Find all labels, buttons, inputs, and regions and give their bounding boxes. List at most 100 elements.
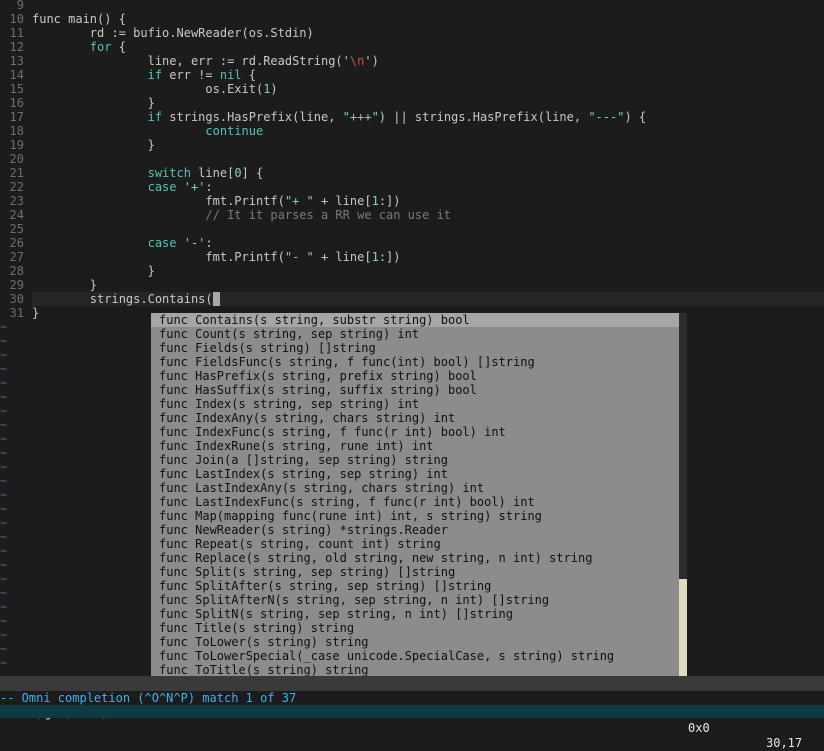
completion-item[interactable]: func LastIndexAny(s string, chars string…: [151, 481, 679, 495]
code-line[interactable]: 23 fmt.Printf("+ " + line[1:]): [0, 194, 824, 208]
completion-item[interactable]: func HasPrefix(s string, prefix string) …: [151, 369, 679, 383]
code-token: case: [147, 236, 177, 250]
code-line[interactable]: 9: [0, 0, 824, 12]
completion-item[interactable]: func HasSuffix(s string, suffix string) …: [151, 383, 679, 397]
code-token: }: [32, 96, 155, 110]
completion-item[interactable]: func Contains(s string, substr string) b…: [151, 313, 679, 327]
completion-item[interactable]: func ToLower(s string) string: [151, 635, 679, 649]
completion-item-label: func NewReader(s string) *strings.Reader: [159, 523, 448, 537]
completion-item-label: func ToLower(s string) string: [159, 635, 369, 649]
code-token: for: [89, 40, 112, 54]
line-number: 26: [9, 236, 24, 250]
completion-item[interactable]: func Join(a []string, sep string) string: [151, 453, 679, 467]
code-token: fmt.Printf(: [32, 250, 285, 264]
completion-item[interactable]: func Replace(s string, old string, new s…: [151, 551, 679, 565]
completion-scrollbar-thumb[interactable]: [679, 579, 687, 691]
line-number: 19: [9, 138, 24, 152]
completion-item[interactable]: func Fields(s string) []string: [151, 341, 679, 355]
completion-item[interactable]: func ToLowerSpecial(_case unicode.Specia…: [151, 649, 679, 663]
line-number: 28: [9, 264, 24, 278]
completion-item[interactable]: func FieldsFunc(s string, f func(int) bo…: [151, 355, 679, 369]
code-text: line, err := rd.ReadString('\n'): [32, 54, 379, 68]
code-line[interactable]: 19 }: [0, 138, 824, 152]
code-token: "+ ": [284, 194, 314, 208]
code-line[interactable]: 12 for {: [0, 40, 824, 54]
code-token: ) {: [624, 110, 647, 124]
completion-item[interactable]: func NewReader(s string) *strings.Reader: [151, 523, 679, 537]
code-line[interactable]: 30 strings.Contains(: [0, 292, 824, 306]
code-line[interactable]: 29 }: [0, 278, 824, 292]
code-line[interactable]: 24 // It it parses a RR we can use it: [0, 208, 824, 222]
code-token: continue: [205, 124, 264, 138]
code-line[interactable]: 17 if strings.HasPrefix(line, "+++") || …: [0, 110, 824, 124]
code-text: }: [32, 138, 155, 152]
tilde-marker: ~: [0, 474, 8, 488]
code-token: ] {: [241, 166, 264, 180]
completion-item[interactable]: func Count(s string, sep string) int: [151, 327, 679, 341]
completion-popup[interactable]: func Contains(s string, substr string) b…: [151, 313, 679, 691]
code-line[interactable]: 27 fmt.Printf("- " + line[1:]): [0, 250, 824, 264]
code-token: os.Exit(: [32, 82, 264, 96]
tilde-marker: ~: [0, 572, 8, 586]
code-token: nil: [219, 68, 242, 82]
code-line[interactable]: 18 continue: [0, 124, 824, 138]
code-line[interactable]: 25: [0, 222, 824, 236]
command-line[interactable]: -- Omni completion (^O^N^P) match 1 of 3…: [0, 691, 824, 705]
code-line[interactable]: 26 case '-':: [0, 236, 824, 250]
code-line[interactable]: 13 line, err := rd.ReadString('\n'): [0, 54, 824, 68]
completion-item[interactable]: func Split(s string, sep string) []strin…: [151, 565, 679, 579]
line-number: 29: [9, 278, 24, 292]
completion-item[interactable]: func Map(mapping func(rune int) int, s s…: [151, 509, 679, 523]
code-line[interactable]: 22 case '+':: [0, 180, 824, 194]
line-number: 16: [9, 96, 24, 110]
line-number: 20: [9, 152, 24, 166]
completion-item[interactable]: func LastIndexFunc(s string, f func(r in…: [151, 495, 679, 509]
completion-item[interactable]: func SplitN(s string, sep string, n int)…: [151, 607, 679, 621]
completion-item[interactable]: func IndexAny(s string, chars string) in…: [151, 411, 679, 425]
line-number: 22: [9, 180, 24, 194]
code-token: switch: [147, 166, 191, 180]
completion-item-label: func Count(s string, sep string) int: [159, 327, 420, 341]
completion-item[interactable]: func IndexFunc(s string, f func(r int) b…: [151, 425, 679, 439]
completion-item[interactable]: func Title(s string) string: [151, 621, 679, 635]
code-line[interactable]: 11 rd := bufio.NewReader(os.Stdin): [0, 26, 824, 40]
completion-item-label: func HasPrefix(s string, prefix string) …: [159, 369, 477, 383]
completion-item[interactable]: func SplitAfterN(s string, sep string, n…: [151, 593, 679, 607]
completion-item[interactable]: func IndexRune(s string, rune int) int: [151, 439, 679, 453]
status-cursor-position: 30,17: [766, 736, 803, 750]
code-line[interactable]: 20: [0, 152, 824, 166]
completion-item[interactable]: func ToTitle(s string) string: [151, 663, 679, 677]
completion-item-label: func ToTitle(s string) string: [159, 663, 369, 677]
completion-item[interactable]: func LastIndex(s string, sep string) int: [151, 467, 679, 481]
code-token: \n: [349, 54, 365, 68]
tilde-marker: ~: [0, 376, 8, 390]
completion-item[interactable]: func SplitAfter(s string, sep string) []…: [151, 579, 679, 593]
code-token: '): [364, 54, 379, 68]
text-cursor: [212, 292, 220, 306]
code-token: "+++": [342, 110, 379, 124]
code-token: case: [147, 180, 177, 194]
line-number: 30: [9, 292, 24, 306]
code-line[interactable]: 10 func main() {: [0, 12, 824, 26]
completion-scrollbar[interactable]: [679, 313, 687, 691]
code-token: rd := bufio.NewReader(os.Stdin): [32, 26, 314, 40]
code-token: ) || strings.HasPrefix(line,: [378, 110, 589, 124]
status-encoding: 0x0: [688, 721, 710, 735]
code-token: if: [147, 68, 163, 82]
code-text: }: [32, 306, 39, 320]
completion-item[interactable]: func Repeat(s string, count int) string: [151, 537, 679, 551]
code-text: }: [32, 96, 155, 110]
completion-item[interactable]: func Index(s string, sep string) int: [151, 397, 679, 411]
code-line[interactable]: 15 os.Exit(1): [0, 82, 824, 96]
code-line[interactable]: 28 }: [0, 264, 824, 278]
status-line: 1 ~/git/ixfr/ixfr 0x0 30,17: [0, 676, 824, 750]
code-line[interactable]: 16 }: [0, 96, 824, 110]
code-line[interactable]: 21 switch line[0] {: [0, 166, 824, 180]
completion-item-label: func Join(a []string, sep string) string: [159, 453, 448, 467]
code-line[interactable]: 14 if err != nil {: [0, 68, 824, 82]
